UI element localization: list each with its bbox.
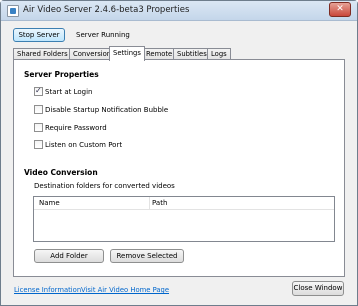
option-label: Require Password	[45, 124, 107, 132]
destination-folders-description: Destination folders for converted videos	[34, 182, 175, 190]
close-window-button[interactable]: Close Window	[292, 281, 344, 296]
settings-panel: Server Properties Start at Login Disable…	[13, 59, 345, 277]
properties-window: Air Video Server 2.4.6-beta3 Properties …	[0, 0, 358, 306]
checkbox[interactable]	[34, 123, 43, 132]
column-name[interactable]: Name	[39, 199, 60, 207]
option-label: Listen on Custom Port	[45, 141, 123, 149]
server-properties-heading: Server Properties	[24, 70, 99, 79]
checkbox[interactable]	[34, 140, 43, 149]
server-status: Server Running	[76, 31, 130, 39]
option-label: Start at Login	[45, 88, 93, 96]
video-conversion-heading: Video Conversion	[24, 168, 98, 177]
column-divider[interactable]	[149, 197, 150, 209]
destination-folders-list[interactable]: Name Path	[33, 196, 335, 242]
stop-server-button[interactable]: Stop Server	[13, 28, 65, 42]
license-information-link[interactable]: License Information	[14, 286, 81, 294]
add-folder-button[interactable]: Add Folder	[34, 249, 104, 263]
checkbox-checked[interactable]	[34, 86, 43, 96]
option-label: Disable Startup Notification Bubble	[45, 106, 169, 114]
tab-settings[interactable]: Settings	[109, 46, 145, 61]
column-path[interactable]: Path	[152, 199, 167, 207]
close-icon[interactable]: ✕	[329, 2, 351, 17]
checkbox[interactable]	[34, 105, 43, 114]
app-icon	[7, 5, 19, 17]
home-page-link[interactable]: Visit Air Video Home Page	[81, 286, 169, 294]
title-bar[interactable]: Air Video Server 2.4.6-beta3 Properties …	[1, 1, 357, 21]
remove-selected-button[interactable]: Remove Selected	[110, 249, 184, 263]
list-header: Name Path	[34, 197, 334, 210]
window-title: Air Video Server 2.4.6-beta3 Properties	[23, 5, 190, 15]
